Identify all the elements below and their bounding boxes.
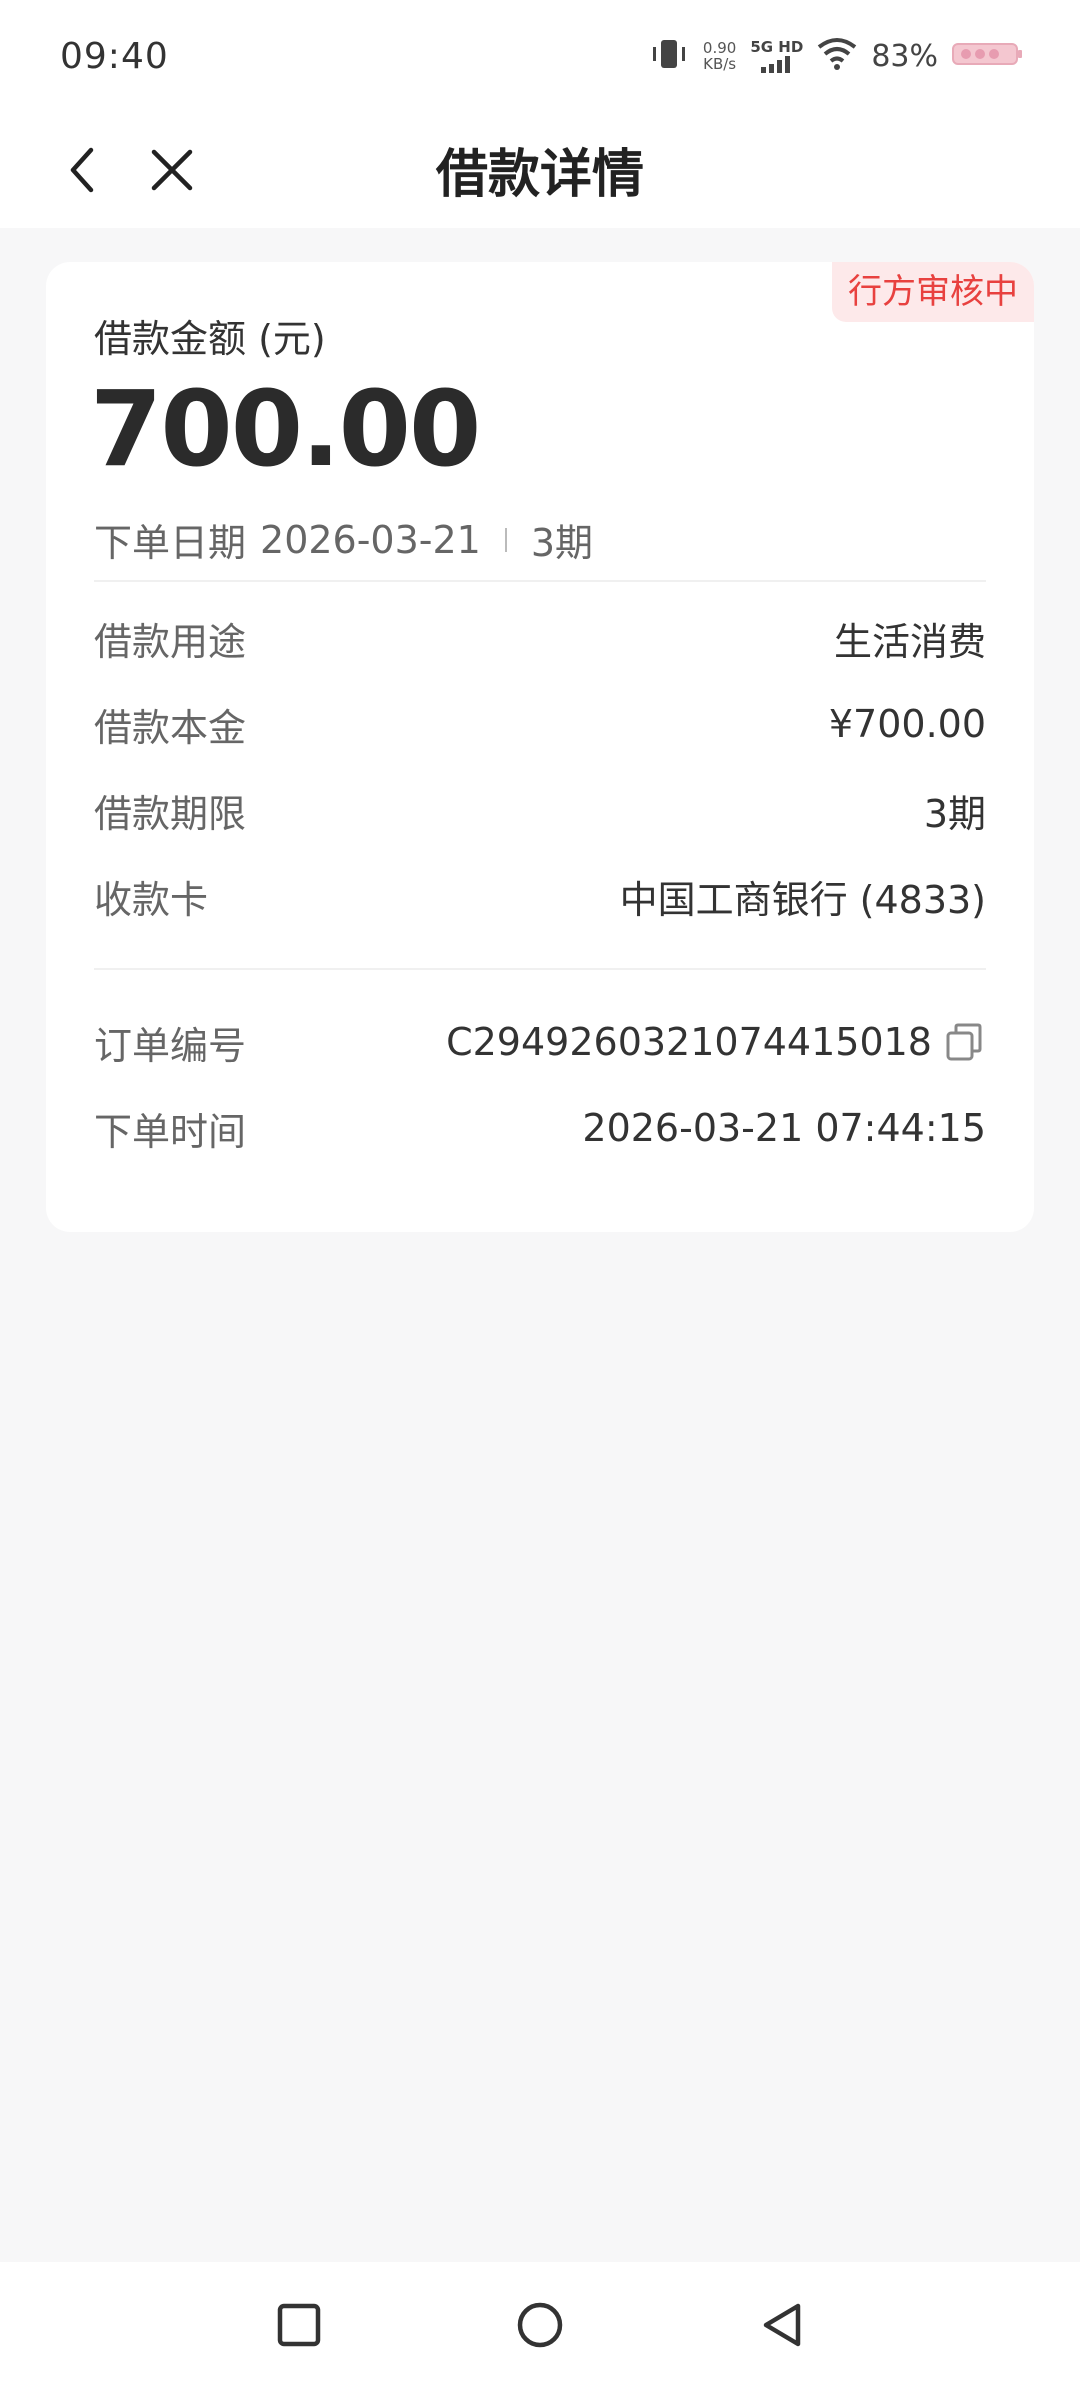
recents-button[interactable] <box>264 2290 334 2360</box>
divider <box>94 580 986 582</box>
network-label: 5G HD <box>750 38 804 56</box>
order-date-label: 下单日期 <box>94 521 247 565</box>
order-time: 2026-03-21 07:44:15 <box>582 1106 986 1150</box>
network-speed: 0.90 KB/s <box>703 40 736 72</box>
triangle-back-icon <box>763 2303 801 2347</box>
info-label: 借款用途 <box>94 619 247 664</box>
order-number: C2949260321074415018 <box>446 1020 932 1064</box>
info-row-order-number: 订单编号 C2949260321074415018 <box>94 1012 986 1072</box>
info-label: 借款本金 <box>94 705 247 750</box>
order-number-value: C2949260321074415018 <box>446 1020 986 1064</box>
amount-label: 借款金额 (元) <box>94 317 326 361</box>
network-indicator: 5G HD <box>750 39 803 73</box>
status-icons: 0.90 KB/s 5G HD 83% <box>649 30 1024 82</box>
back-nav-button[interactable] <box>746 2290 816 2360</box>
info-value: 生活消费 <box>833 619 986 664</box>
info-row-receiving-card: 收款卡 中国工商银行 (4833) <box>94 866 986 926</box>
copy-icon <box>946 1023 982 1061</box>
page-title: 借款详情 <box>435 145 644 205</box>
meta-separator <box>504 527 507 552</box>
status-time: 09:40 <box>60 36 169 77</box>
net-speed-unit: KB/s <box>703 55 737 73</box>
info-value: 中国工商银行 (4833) <box>619 877 986 922</box>
info-value: ¥700.00 <box>828 702 986 746</box>
divider <box>94 968 986 970</box>
info-row-purpose: 借款用途 生活消费 <box>94 608 986 668</box>
status-badge: 行方审核中 <box>832 262 1034 322</box>
wifi-icon <box>817 37 857 75</box>
signal-icon <box>760 56 790 73</box>
info-label: 收款卡 <box>94 877 209 922</box>
home-button[interactable] <box>505 2290 575 2360</box>
net-speed-value: 0.90 <box>702 39 737 57</box>
status-bar: 09:40 0.90 KB/s 5G HD 83% <box>0 0 1080 112</box>
vibrate-icon <box>649 34 689 78</box>
info-label: 下单时间 <box>94 1109 247 1154</box>
info-row-principal: 借款本金 ¥700.00 <box>94 694 986 754</box>
circle-icon <box>517 2302 563 2348</box>
info-label: 借款期限 <box>94 791 247 836</box>
info-value: 3期 <box>923 791 986 836</box>
square-icon <box>277 2303 321 2347</box>
info-label: 订单编号 <box>94 1023 247 1068</box>
info-row-term: 借款期限 3期 <box>94 780 986 840</box>
battery-icon <box>952 40 1024 72</box>
battery-text: 83% <box>871 38 938 74</box>
top-app-bar: 借款详情 <box>0 112 1080 228</box>
order-meta: 下单日期 2026-03-21 3期 <box>94 512 593 567</box>
copy-button[interactable] <box>944 1021 986 1063</box>
order-date: 2026-03-21 <box>260 517 481 562</box>
system-nav-bar <box>0 2262 1080 2388</box>
loan-detail-card: 行方审核中 借款金额 (元) 700.00 下单日期 2026-03-21 3期… <box>46 262 1034 1232</box>
order-periods: 3期 <box>530 521 594 565</box>
info-row-order-time: 下单时间 2026-03-21 07:44:15 <box>94 1098 986 1158</box>
loan-amount: 700.00 <box>90 368 481 490</box>
